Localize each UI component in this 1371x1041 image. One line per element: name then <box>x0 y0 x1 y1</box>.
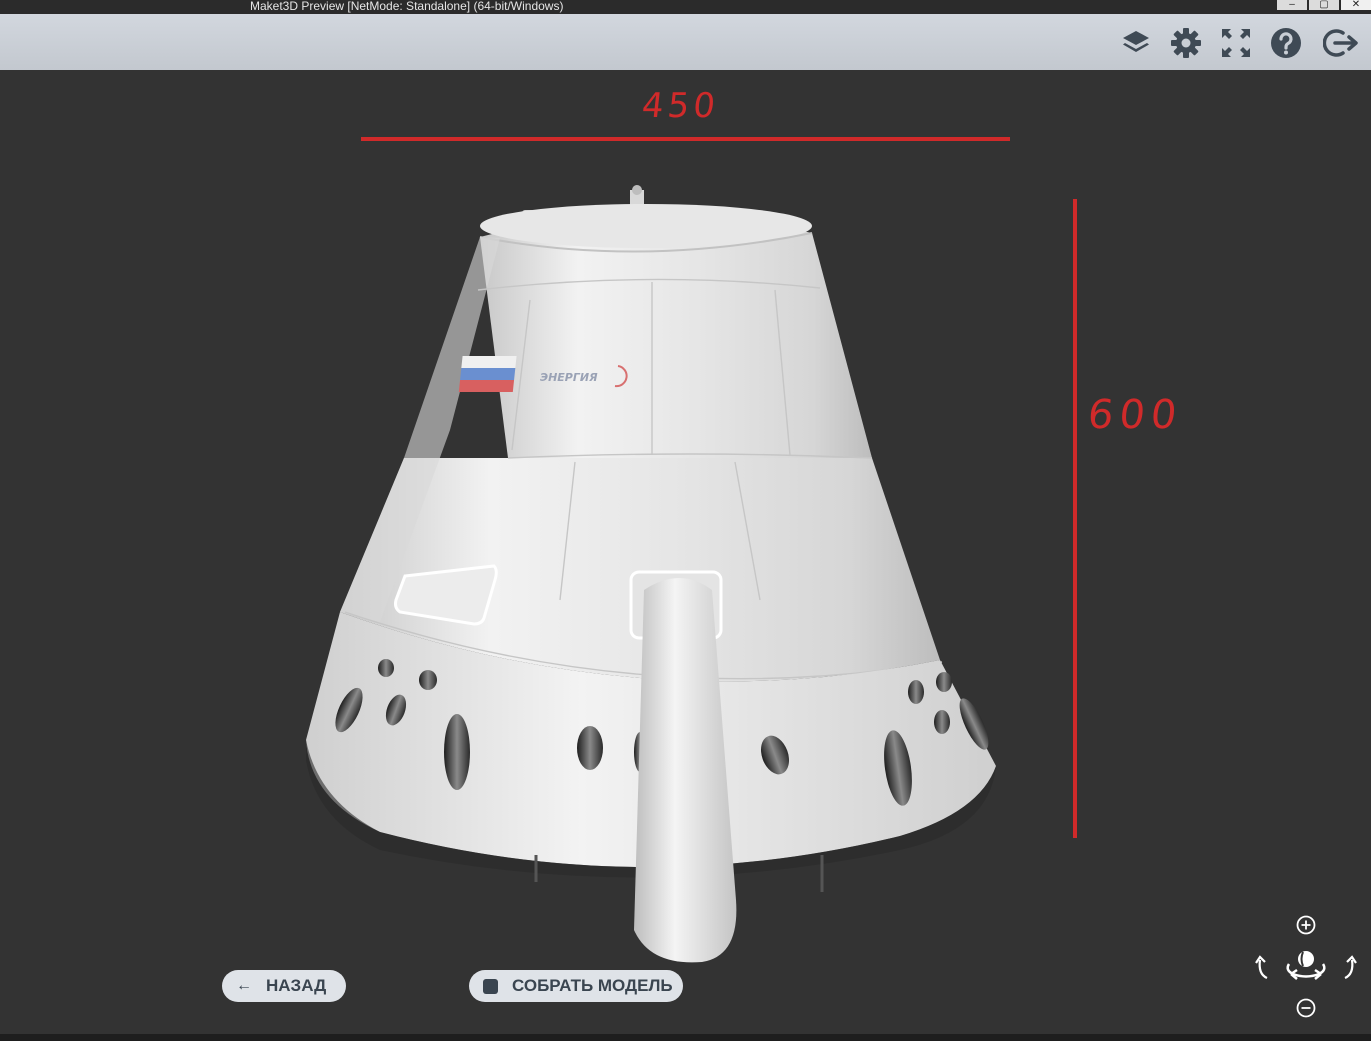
orbit-icon <box>1286 951 1326 980</box>
zoom-out-icon <box>1296 998 1316 1018</box>
back-button[interactable]: ← НАЗАД <box>222 970 346 1002</box>
flag-emblem <box>458 356 517 392</box>
width-dimension-line <box>361 137 1010 141</box>
assemble-model-button[interactable]: СОБРАТЬ МОДЕЛЬ <box>469 970 683 1002</box>
zoom-out-button[interactable] <box>1296 998 1316 1018</box>
assemble-model-label: СОБРАТЬ МОДЕЛЬ <box>512 976 673 995</box>
rotate-left-icon <box>1255 955 1268 980</box>
height-dimension-line <box>1073 199 1077 838</box>
rotate-right-icon <box>1344 955 1357 980</box>
energia-logo: ЭНЕРГИЯ <box>540 371 598 384</box>
checkbox-icon <box>483 978 498 994</box>
capsule-model[interactable]: ЭНЕРГИЯ <box>0 0 1371 1041</box>
width-dimension-label: 450 <box>639 86 722 126</box>
zoom-in-button[interactable] <box>1296 915 1316 935</box>
rotate-right-button[interactable] <box>1339 954 1357 980</box>
zoom-in-icon <box>1296 915 1316 935</box>
orbit-button[interactable] <box>1283 948 1329 984</box>
arrow-left-icon: ← <box>236 977 252 994</box>
back-button-label: НАЗАД <box>266 976 327 995</box>
rotate-left-button[interactable] <box>1255 954 1273 980</box>
height-dimension-label: 600 <box>1085 392 1185 438</box>
